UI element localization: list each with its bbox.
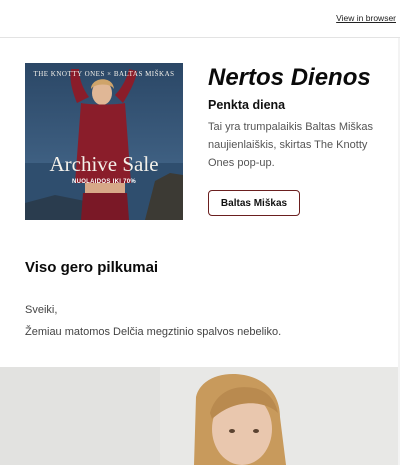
brand-separator: × (107, 70, 112, 78)
email-subtitle: Penkta diena (208, 98, 286, 112)
hero-discount-text: NUOLAIDOS IKI 70% (71, 179, 137, 185)
brand-baltas-miskas: BALTAS MIŠKAS (113, 70, 175, 78)
email-title: Nertos Dienos (208, 64, 371, 91)
section-heading: Viso gero pilkumai (25, 259, 159, 276)
hero-brand-line: THE KNOTTY ONES × BALTAS MIŠKAS (25, 70, 183, 78)
hero-photo-illustration (25, 63, 183, 220)
intro-description: Tai yra trumpalaikis Baltas Miškas nauji… (208, 121, 374, 169)
baltas-miskas-button[interactable]: Baltas Miškas (208, 190, 300, 216)
email-content-card: THE KNOTTY ONES × BALTAS MIŠKAS Archive … (0, 38, 398, 367)
view-in-browser-link[interactable]: View in browser (336, 13, 396, 23)
email-header-bar: View in browser (0, 0, 400, 38)
hero-sale-title: Archive Sale (49, 152, 159, 176)
brand-knotty-ones: THE KNOTTY ONES (33, 70, 105, 78)
product-photo[interactable] (0, 367, 398, 465)
hero-banner-image[interactable]: THE KNOTTY ONES × BALTAS MIŠKAS Archive … (25, 63, 183, 220)
message-body-text: Žemiau matomos Delčia megztinio spalvos … (25, 326, 282, 338)
greeting-text: Sveiki, (25, 304, 58, 316)
portrait-photo-illustration (0, 367, 398, 465)
